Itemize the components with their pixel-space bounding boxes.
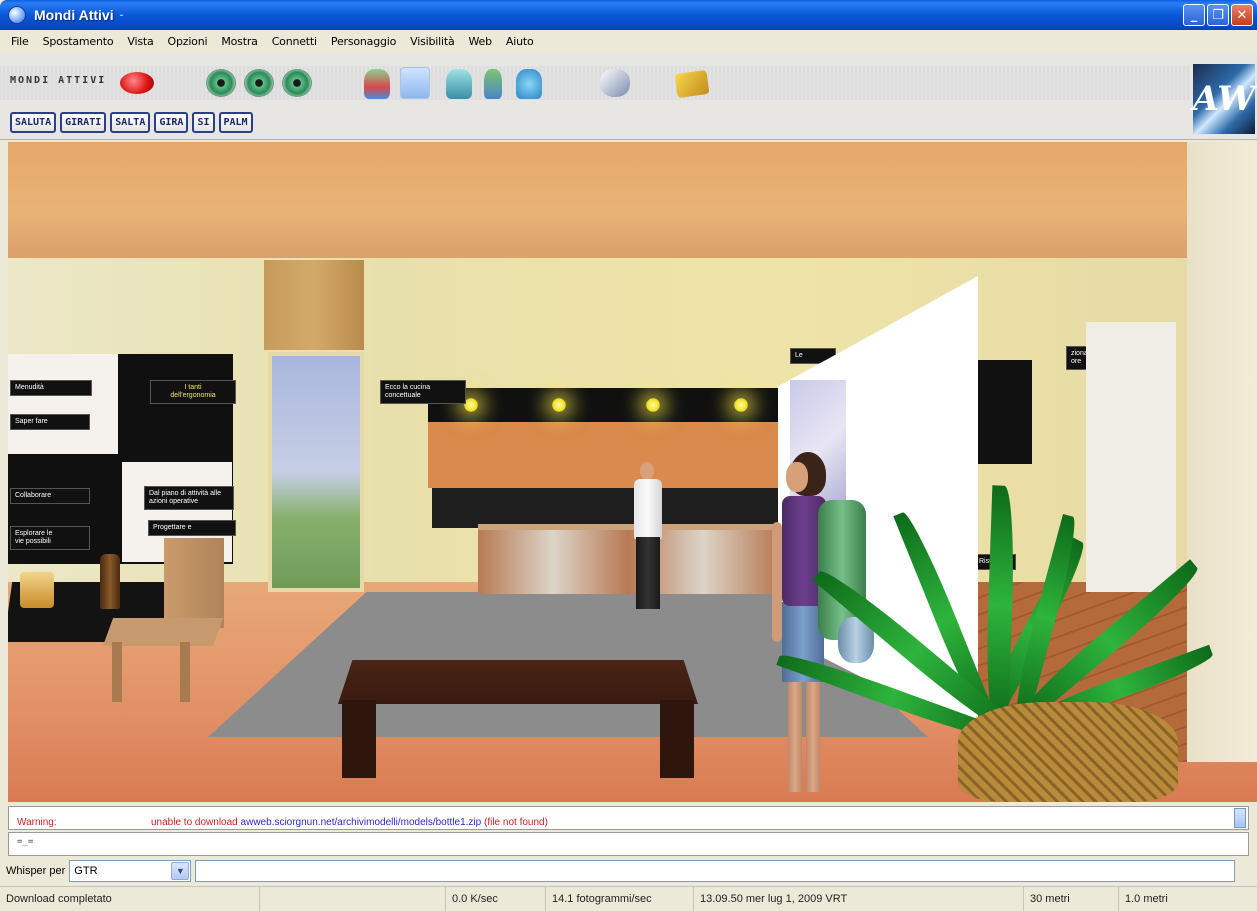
- status-message: Download completato: [0, 887, 260, 911]
- close-button[interactable]: ✕: [1231, 4, 1253, 26]
- log-scrollbar[interactable]: [1234, 808, 1246, 828]
- sign-cucina[interactable]: Ecco la cucina concettuale: [380, 380, 466, 405]
- menu-personaggio[interactable]: Personaggio: [324, 35, 403, 48]
- status-visibility: 30 metri: [1024, 887, 1119, 911]
- camera-front-icon[interactable]: [282, 69, 312, 97]
- teleport-icon[interactable]: [446, 69, 472, 99]
- whisper-label: Whisper per: [6, 865, 66, 877]
- sign-esplorare[interactable]: Esplorare le vie possibili: [10, 526, 90, 551]
- board-cell: [8, 354, 118, 454]
- toolbar: MONDI ATTIVI AW SALUTA GIRATI SALTA GIRA…: [0, 52, 1257, 140]
- potted-plant: [668, 322, 1248, 802]
- chat-input[interactable]: [195, 860, 1236, 882]
- menu-visibilita[interactable]: Visibilità: [403, 35, 461, 48]
- status-bar: Download completato 0.0 K/sec 14.1 fotog…: [0, 886, 1257, 911]
- sign-saper-fare[interactable]: Saper fare: [10, 414, 90, 431]
- menu-connetti[interactable]: Connetti: [265, 35, 324, 48]
- menu-bar: File Spostamento Vista Opzioni Mostra Co…: [0, 30, 1257, 52]
- restore-button[interactable]: ❐: [1207, 4, 1229, 26]
- window-title-separator: -: [119, 9, 124, 21]
- app-globe-icon[interactable]: [8, 6, 26, 24]
- sign-piano-attivita[interactable]: Dal piano di attività alle azioni operat…: [144, 486, 234, 511]
- sign-menudita[interactable]: Menudità: [10, 380, 92, 397]
- menu-mostra[interactable]: Mostra: [214, 35, 264, 48]
- spotlight-icon: [552, 398, 566, 412]
- contacts-icon[interactable]: [516, 69, 542, 99]
- sign-progettare[interactable]: Progettare e: [148, 520, 236, 537]
- chat-input-row: Whisper per GTR ▼: [0, 858, 1257, 884]
- menu-vista[interactable]: Vista: [120, 35, 160, 48]
- status-scale: 1.0 metri: [1125, 893, 1168, 905]
- ceiling: [8, 142, 1257, 260]
- aw-logo: AW: [1193, 64, 1255, 134]
- sign-ergonomia[interactable]: I tanti dell'ergonomia: [150, 380, 236, 405]
- jar: [20, 572, 54, 608]
- title-bar: Mondi Attivi - _ ❐ ✕: [0, 0, 1257, 30]
- status-empty: [260, 887, 446, 911]
- log-url[interactable]: awweb.sciorgnun.net/archivimodelli/model…: [241, 817, 482, 828]
- gesture-bar: SALUTA GIRATI SALTA GIRA SI PALM: [10, 112, 253, 133]
- gesture-palm-button[interactable]: PALM: [218, 112, 253, 133]
- log-message: unable to download awweb.sciorgnun.net/a…: [151, 817, 548, 828]
- gesture-gira-button[interactable]: GIRA: [154, 112, 189, 133]
- spotlight-icon: [646, 398, 660, 412]
- chevron-down-icon[interactable]: ▼: [171, 862, 190, 880]
- wooden-bench: [338, 660, 698, 780]
- brand-label: MONDI ATTIVI: [10, 75, 107, 86]
- avatar-man[interactable]: [628, 462, 668, 617]
- 3d-viewport[interactable]: Menudità I tanti dell'ergonomia Saper fa…: [8, 142, 1257, 802]
- avatar-icon[interactable]: [364, 69, 390, 99]
- stamp-icon[interactable]: [674, 69, 710, 99]
- sign-collaborare[interactable]: Collaborare: [10, 488, 90, 505]
- status-fps: 14.1 fotogrammi/sec: [546, 887, 694, 911]
- gesture-si-button[interactable]: SI: [192, 112, 215, 133]
- chat-log[interactable]: =_=: [8, 832, 1249, 856]
- menu-spostamento[interactable]: Spostamento: [36, 35, 121, 48]
- mouse-icon[interactable]: [600, 69, 630, 97]
- toolbar-strip: [0, 66, 1190, 100]
- camera-follow-icon[interactable]: [244, 69, 274, 97]
- spotlight-icon: [464, 398, 478, 412]
- wooden-chair: [102, 538, 228, 708]
- minimize-button[interactable]: _: [1183, 4, 1205, 26]
- menu-file[interactable]: File: [4, 35, 36, 48]
- menu-web[interactable]: Web: [462, 35, 499, 48]
- garden-window: [268, 352, 364, 592]
- brand-logo-icon: [120, 72, 154, 94]
- log-warning-label: Warning:: [17, 817, 57, 828]
- window-title: Mondi Attivi: [34, 7, 114, 23]
- menu-aiuto[interactable]: Aiuto: [499, 35, 541, 48]
- whisper-selected-value: GTR: [74, 865, 98, 877]
- gesture-girati-button[interactable]: GIRATI: [60, 112, 107, 133]
- gesture-salta-button[interactable]: SALTA: [110, 112, 151, 133]
- camera-first-person-icon[interactable]: [206, 69, 236, 97]
- avatar-selected-icon[interactable]: [400, 67, 430, 99]
- user-icon[interactable]: [484, 69, 502, 99]
- status-speed: 0.0 K/sec: [446, 887, 546, 911]
- gesture-saluta-button[interactable]: SALUTA: [10, 112, 57, 133]
- status-datetime: 13.09.50 mer lug 1, 2009 VRT: [694, 887, 1024, 911]
- wood-panel: [264, 260, 364, 350]
- menu-opzioni[interactable]: Opzioni: [161, 35, 215, 48]
- whisper-recipient-select[interactable]: GTR ▼: [69, 860, 192, 882]
- log-pane[interactable]: Warning: unable to download awweb.sciorg…: [8, 806, 1249, 830]
